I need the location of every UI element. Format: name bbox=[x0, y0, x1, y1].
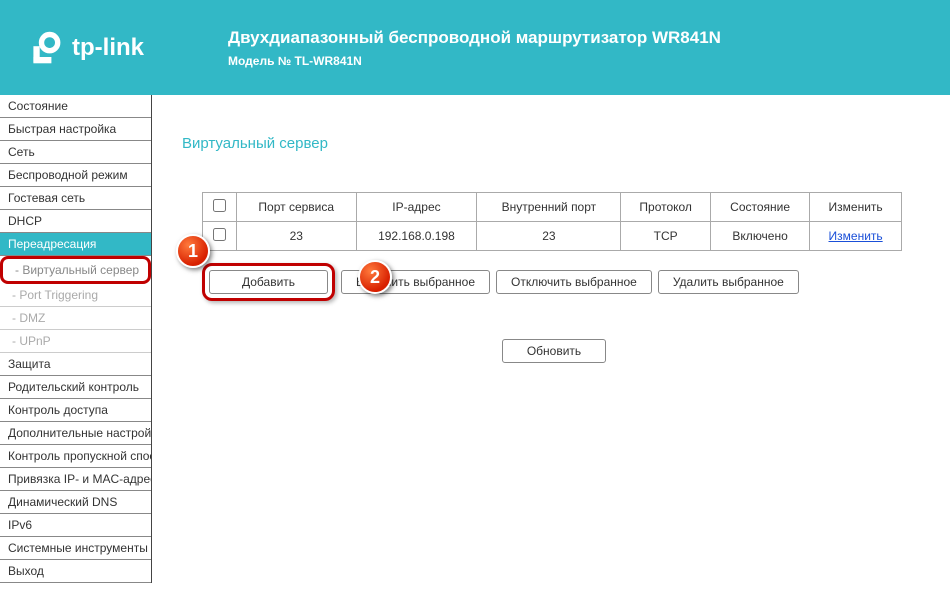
sidebar-item-wireless[interactable]: Беспроводной режим bbox=[0, 164, 151, 187]
col-ip: IP-адрес bbox=[356, 193, 477, 222]
table-header-row: Порт сервиса IP-адрес Внутренний порт Пр… bbox=[203, 193, 902, 222]
sidebar-item-logout[interactable]: Выход bbox=[0, 560, 151, 583]
col-protocol: Протокол bbox=[621, 193, 711, 222]
sidebar-item-ipv6[interactable]: IPv6 bbox=[0, 514, 151, 537]
sidebar-sub-port-triggering[interactable]: - Port Triggering bbox=[0, 284, 151, 307]
refresh-button[interactable]: Обновить bbox=[502, 339, 606, 363]
sidebar-item-forwarding[interactable]: Переадресация bbox=[0, 233, 151, 256]
sidebar-item-ddns[interactable]: Динамический DNS bbox=[0, 491, 151, 514]
annotation-marker-2: 2 bbox=[358, 260, 392, 294]
col-service-port: Порт сервиса bbox=[237, 193, 357, 222]
delete-selected-button[interactable]: Удалить выбранное bbox=[658, 270, 799, 294]
cell-service-port: 23 bbox=[237, 222, 357, 251]
col-internal-port: Внутренний порт bbox=[477, 193, 621, 222]
disable-selected-button[interactable]: Отключить выбранное bbox=[496, 270, 652, 294]
sidebar-sub-dmz[interactable]: - DMZ bbox=[0, 307, 151, 330]
brand-text: tp-link bbox=[72, 34, 144, 62]
cell-protocol: TCP bbox=[621, 222, 711, 251]
sidebar-item-dhcp[interactable]: DHCP bbox=[0, 210, 151, 233]
table-row: 23 192.168.0.198 23 TCP Включено Изменит… bbox=[203, 222, 902, 251]
cell-ip: 192.168.0.198 bbox=[356, 222, 477, 251]
sidebar-item-security[interactable]: Защита bbox=[0, 353, 151, 376]
refresh-row: Обновить bbox=[182, 339, 926, 363]
action-button-row: Добавить Включить выбранное Отключить вы… bbox=[202, 263, 926, 301]
device-model: Модель № TL-WR841N bbox=[228, 54, 721, 68]
annotation-marker-1: 1 bbox=[176, 234, 210, 268]
cell-state: Включено bbox=[711, 222, 810, 251]
sidebar-item-guest[interactable]: Гостевая сеть bbox=[0, 187, 151, 210]
page-title: Виртуальный сервер bbox=[182, 135, 926, 152]
header-title-area: Двухдиапазонный беспроводной маршрутизат… bbox=[228, 28, 721, 68]
sidebar-item-advanced[interactable]: Дополнительные настройки bbox=[0, 422, 151, 445]
cell-internal-port: 23 bbox=[477, 222, 621, 251]
col-state: Состояние bbox=[711, 193, 810, 222]
sidebar-item-ipmac[interactable]: Привязка IP- и MAC-адресов bbox=[0, 468, 151, 491]
sidebar-item-quicksetup[interactable]: Быстрая настройка bbox=[0, 118, 151, 141]
sidebar-item-status[interactable]: Состояние bbox=[0, 95, 151, 118]
sidebar-sub-upnp[interactable]: - UPnP bbox=[0, 330, 151, 353]
logo-area: tp-link bbox=[28, 30, 198, 66]
sidebar-sub-virtual-server[interactable]: - Виртуальный сервер bbox=[0, 256, 151, 284]
virtual-server-table: Порт сервиса IP-адрес Внутренний порт Пр… bbox=[202, 192, 902, 251]
content-area: Виртуальный сервер Порт сервиса IP-адрес… bbox=[152, 95, 950, 583]
tplink-logo-icon bbox=[28, 30, 64, 66]
sidebar-item-systools[interactable]: Системные инструменты bbox=[0, 537, 151, 560]
edit-link[interactable]: Изменить bbox=[829, 229, 883, 243]
add-button[interactable]: Добавить bbox=[209, 270, 328, 294]
row-checkbox[interactable] bbox=[213, 228, 226, 241]
add-button-callout: Добавить bbox=[202, 263, 335, 301]
sidebar-item-network[interactable]: Сеть bbox=[0, 141, 151, 164]
col-edit: Изменить bbox=[810, 193, 902, 222]
header-bar: tp-link Двухдиапазонный беспроводной мар… bbox=[0, 0, 950, 95]
sidebar-item-bandwidth[interactable]: Контроль пропускной способности bbox=[0, 445, 151, 468]
sidebar-item-access[interactable]: Контроль доступа bbox=[0, 399, 151, 422]
sidebar: Состояние Быстрая настройка Сеть Беспров… bbox=[0, 95, 152, 583]
device-title: Двухдиапазонный беспроводной маршрутизат… bbox=[228, 28, 721, 48]
sidebar-item-parental[interactable]: Родительский контроль bbox=[0, 376, 151, 399]
select-all-checkbox[interactable] bbox=[213, 199, 226, 212]
